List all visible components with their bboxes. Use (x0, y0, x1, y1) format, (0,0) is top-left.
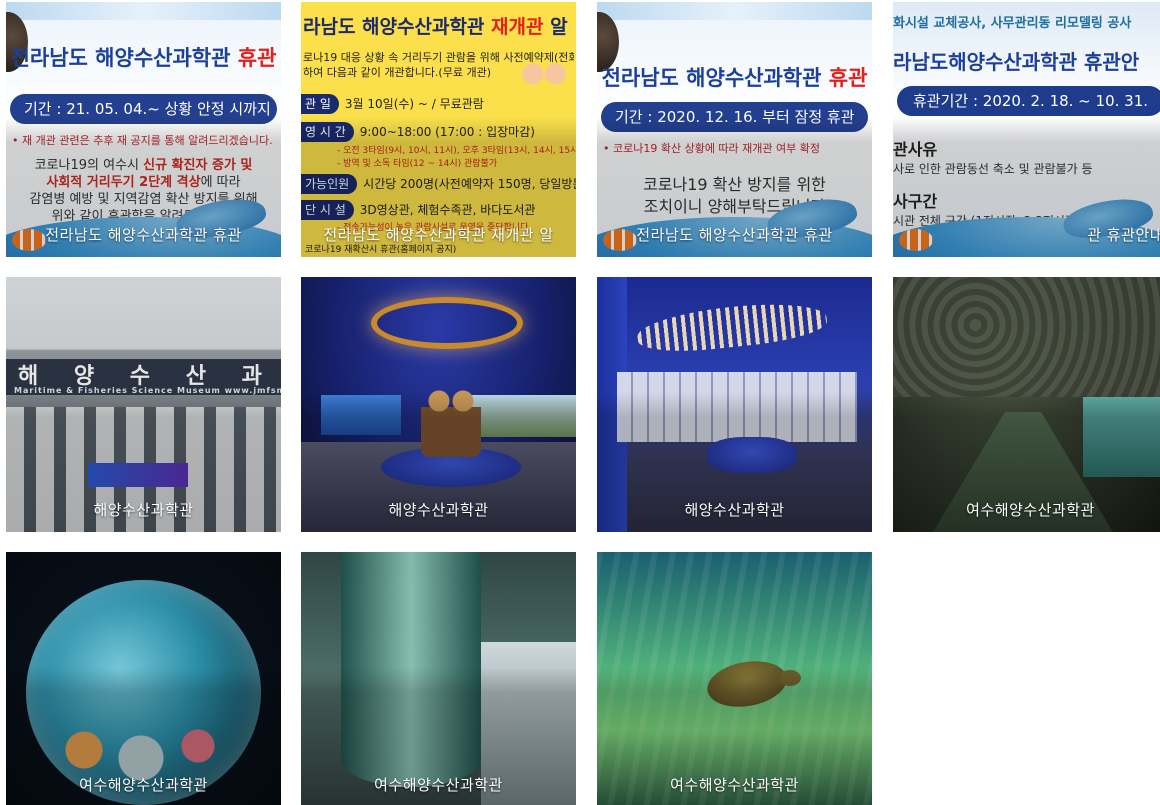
closure-notice-thumbnail: 전라남도 해양수산과학관 휴관 기간 : 21. 05. 04.~ 상황 안정 … (6, 2, 281, 257)
tile-caption: 전라남도 해양수산과학관 휴관 (45, 226, 242, 244)
notice-row: 영 시 간 9:00~18:00 (17:00 : 입장마감) (301, 122, 576, 142)
notice-headline: 라남도해양수산과학관 휴관안 (893, 50, 1140, 74)
notice-row: 단 시 설 3D영상관, 체험수족관, 바다도서관 (301, 200, 576, 220)
gallery-tile[interactable]: 전라남도 해양수산과학관 휴관 기간 : 21. 05. 04.~ 상황 안정 … (6, 2, 281, 257)
gallery-tile[interactable]: 화시설 교체공사, 사무관리동 리모델링 공사 라남도해양수산과학관 휴관안 휴… (893, 2, 1160, 257)
notice-sub: - 오전 3타임(9시, 10시, 11시), 오후 3타임(13시, 14시,… (337, 146, 576, 156)
cylinder-tank-photo (301, 552, 576, 805)
notice-top: 화시설 교체공사, 사무관리동 리모델링 공사 (893, 16, 1132, 31)
tile-caption: 해양수산과학관 (684, 501, 785, 519)
notice-headline: 전라남도 해양수산과학관 휴관 (10, 46, 277, 70)
sea-turtle-photo (597, 552, 872, 805)
people-illustration (516, 54, 572, 94)
tile-caption: 여수해양수산과학관 (374, 776, 503, 794)
notice-period: 기간 : 21. 05. 04.~ 상황 안정 시까지 (10, 94, 277, 124)
gallery-tile[interactable]: 여수해양수산과학관 (597, 552, 872, 805)
notice-row: 관 일 3월 10일(수) ~ / 무료관람 (301, 94, 576, 114)
tile-caption: 여수해양수산과학관 (670, 776, 799, 794)
gallery-tile[interactable]: 해양수산과학관 (301, 277, 576, 532)
tile-caption: 관 휴관안내 (1087, 226, 1160, 244)
exhibition-hall-photo (301, 277, 576, 532)
notice-headline: 전라남도 해양수산과학관 휴관 (601, 66, 868, 90)
museum-sign: 해 양 수 산 과 학 관 Maritime & Fisheries Scien… (6, 359, 281, 395)
notice-title: 라남도 해양수산과학관 재개관 알 (303, 16, 568, 38)
gallery-tile[interactable]: 전라남도 해양수산과학관 휴관 기간 : 2020. 12. 16. 부터 잠정… (597, 2, 872, 257)
closure-notice-thumbnail: 화시설 교체공사, 사무관리동 리모델링 공사 라남도해양수산과학관 휴관안 휴… (893, 2, 1160, 257)
tile-caption: 전라남도 해양수산과학관 재개관 알 (323, 226, 554, 244)
closure-notice-thumbnail: 전라남도 해양수산과학관 휴관 기간 : 2020. 12. 16. 부터 잠정… (597, 2, 872, 257)
notice-area-title: 사구간 (893, 192, 938, 211)
tile-caption: 전라남도 해양수산과학관 휴관 (636, 226, 833, 244)
reopening-notice-thumbnail: 라남도 해양수산과학관 재개관 알 로나19 대응 상황 속 거리두기 관람을 … (301, 2, 576, 257)
notice-note: • 재 개관 관련은 추후 재 공지를 통해 알려드리겠습니다. (12, 134, 273, 147)
tile-caption: 해양수산과학관 (93, 501, 194, 519)
sphere-aquarium-photo (6, 552, 281, 805)
notice-reason-title: 관사유 (893, 140, 938, 159)
gallery-tile[interactable]: 여수해양수산과학관 (301, 552, 576, 805)
notice-note: • 코로나19 확산 상황에 따라 재개관 여부 확정 (603, 142, 821, 155)
notice-period: 휴관기간 : 2020. 2. 18. ~ 10. 31. (897, 86, 1160, 116)
tile-caption: 여수해양수산과학관 (966, 501, 1095, 519)
gallery-tile[interactable]: 라남도 해양수산과학관 재개관 알 로나19 대응 상황 속 거리두기 관람을 … (301, 2, 576, 257)
tile-caption: 여수해양수산과학관 (79, 776, 208, 794)
tile-caption: 해양수산과학관 (388, 501, 489, 519)
notice-reason-text: 사로 인한 관람동선 축소 및 관람불가 등 (893, 162, 1093, 176)
whale-skeleton-photo (597, 277, 872, 532)
notice-sub: - 방역 및 소독 타임(12 ~ 14시) 관람불가 (337, 159, 498, 169)
gallery-tile[interactable]: 여수해양수산과학관 (893, 277, 1160, 532)
gallery-grid: 전라남도 해양수산과학관 휴관 기간 : 21. 05. 04.~ 상황 안정 … (0, 0, 1160, 805)
museum-building-photo: 해 양 수 산 과 학 관 Maritime & Fisheries Scien… (6, 277, 281, 532)
cave-aquarium-photo (893, 277, 1160, 532)
gallery-tile[interactable]: 해양수산과학관 (597, 277, 872, 532)
notice-period: 기간 : 2020. 12. 16. 부터 잠정 휴관 (601, 102, 868, 132)
gallery-tile[interactable]: 해 양 수 산 과 학 관 Maritime & Fisheries Scien… (6, 277, 281, 532)
notice-row: 가능인원시간당 200명(사전예약자 150명, 당일방문자 5 (301, 174, 576, 194)
gallery-tile[interactable]: 여수해양수산과학관 (6, 552, 281, 805)
